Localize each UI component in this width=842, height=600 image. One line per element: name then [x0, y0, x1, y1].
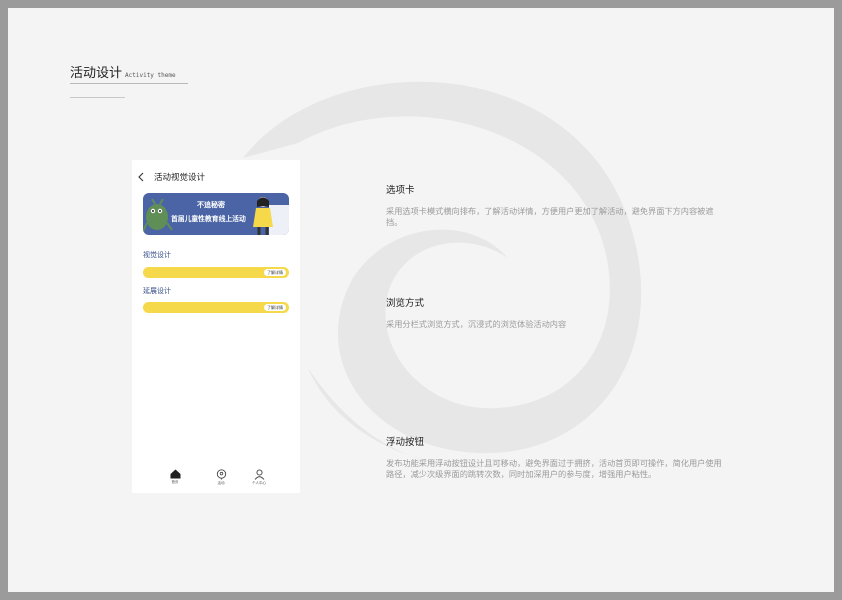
feature-title: 浏览方式: [386, 298, 425, 309]
title-underline-short: [70, 97, 125, 98]
tab-activity[interactable]: 活动: [206, 469, 236, 486]
feature-browsing: 浏览方式 采用分栏式浏览方式，沉浸式的浏览体验活动内容: [386, 295, 726, 330]
feature-description: 采用分栏式浏览方式，沉浸式的浏览体验活动内容: [386, 319, 567, 329]
page-subtitle: Activity theme: [125, 72, 176, 79]
feature-title: 选项卡: [386, 185, 415, 196]
feature-description: 采用选项卡模式横向排布，了解活动详情，方便用户更加了解活动，避免界面下方内容被遮…: [386, 206, 714, 227]
page-title: 活动设计 Activity theme: [70, 62, 176, 81]
section-label-extended-design: 延展设计: [143, 287, 171, 295]
girl-illustration-icon: [253, 197, 289, 235]
feature-floating-button: 浮动按钮 发布功能采用浮动按钮设计且可移动，避免界面过于拥挤，活动首页即可操作，…: [386, 434, 726, 480]
title-underline: [70, 83, 188, 84]
details-button[interactable]: 了解详情: [264, 304, 286, 311]
back-arrow-icon[interactable]: [137, 172, 145, 182]
tab-home-label: 首页: [171, 480, 179, 484]
feature-tabs: 选项卡 采用选项卡模式横向排布，了解活动详情，方便用户更加了解活动，避免界面下方…: [386, 182, 726, 228]
banner-title: 不追秘密: [197, 201, 225, 209]
feature-title: 浮动按钮: [386, 437, 425, 448]
section-bar-visual-design[interactable]: 了解详情: [143, 267, 289, 278]
section-label-visual-design: 视觉设计: [143, 251, 171, 259]
phone-mockup: 活动视觉设计 不追秘密 首届儿童性教育线上活动 视觉设计 了解详情 延展设计 了…: [132, 160, 300, 493]
activity-banner[interactable]: 不追秘密 首届儿童性教育线上活动: [143, 193, 289, 235]
phone-header: 活动视觉设计: [132, 168, 300, 186]
location-icon: [216, 469, 226, 480]
page-title-cn: 活动设计: [70, 66, 123, 81]
home-icon: [170, 469, 180, 479]
tab-home[interactable]: 首页: [160, 469, 190, 485]
tab-profile-label: 个人中心: [252, 481, 266, 485]
details-button[interactable]: 了解详情: [264, 269, 286, 276]
slide-sheet: 活动设计 Activity theme 活动视觉设计 不追秘密 首届儿童性教育线上…: [8, 8, 834, 592]
feature-description: 发布功能采用浮动按钮设计且可移动，避免界面过于拥挤，活动首页即可操作，简化用户使…: [386, 458, 722, 479]
tab-profile[interactable]: 个人中心: [244, 469, 274, 486]
user-icon: [254, 469, 264, 480]
section-bar-extended-design[interactable]: 了解详情: [143, 302, 289, 313]
phone-header-title: 活动视觉设计: [154, 173, 206, 183]
banner-subtitle: 首届儿童性教育线上活动: [171, 215, 246, 223]
bottom-tab-bar: 首页 活动 个人中心: [132, 469, 300, 493]
tab-activity-label: 活动: [217, 481, 225, 485]
